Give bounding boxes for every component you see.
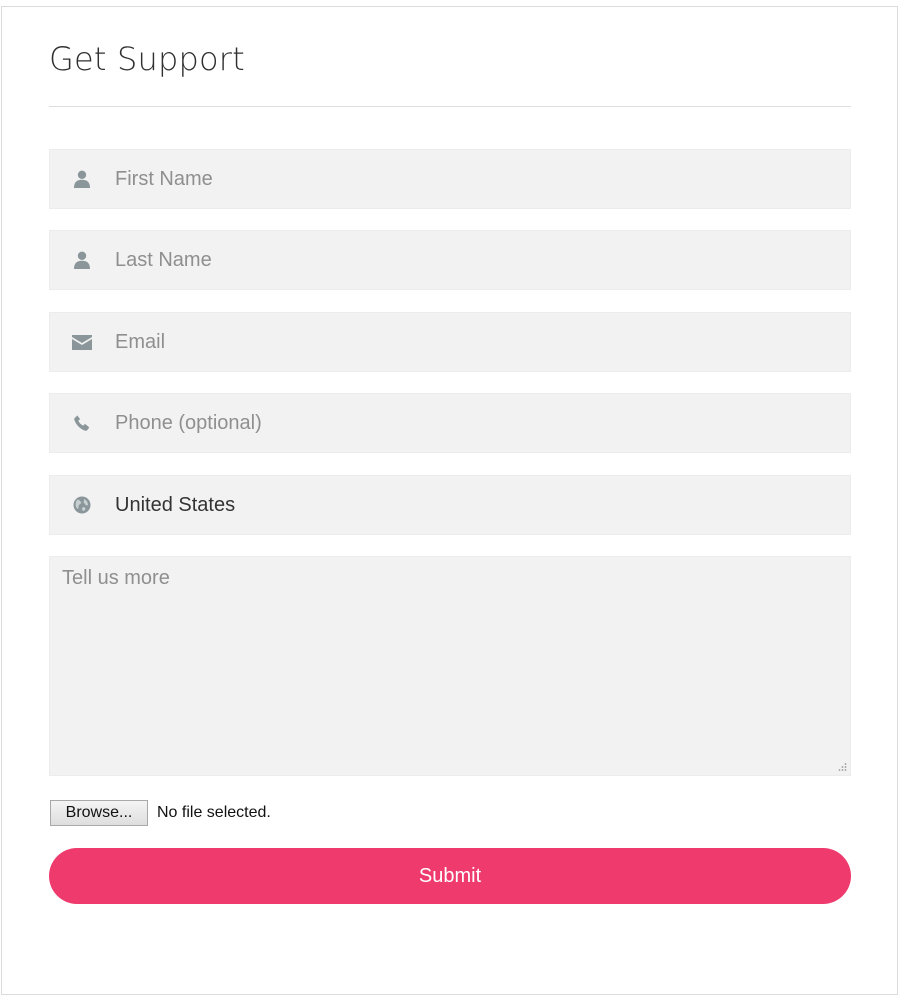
title-divider	[49, 106, 851, 107]
phone-field-wrap	[49, 393, 851, 453]
message-field-wrap	[49, 556, 851, 776]
country-field-wrap[interactable]: United States	[49, 475, 851, 535]
browse-button[interactable]: Browse...	[50, 800, 148, 826]
last-name-field-wrap	[49, 230, 851, 290]
file-upload-row: Browse... No file selected.	[50, 799, 271, 827]
page-title: Get Support	[49, 40, 245, 78]
resize-grip-icon[interactable]	[837, 762, 847, 772]
globe-icon	[71, 494, 93, 516]
first-name-field-wrap	[49, 149, 851, 209]
user-icon	[71, 249, 93, 271]
last-name-input[interactable]	[115, 231, 835, 289]
phone-icon	[71, 412, 93, 434]
message-textarea[interactable]	[50, 557, 850, 775]
submit-button[interactable]: Submit	[49, 848, 851, 904]
file-status-text: No file selected.	[157, 804, 271, 821]
country-select[interactable]: United States	[115, 476, 835, 534]
email-input[interactable]	[115, 313, 835, 371]
phone-input[interactable]	[115, 394, 835, 452]
user-icon	[71, 168, 93, 190]
envelope-icon	[71, 331, 93, 353]
first-name-input[interactable]	[115, 150, 835, 208]
email-field-wrap	[49, 312, 851, 372]
